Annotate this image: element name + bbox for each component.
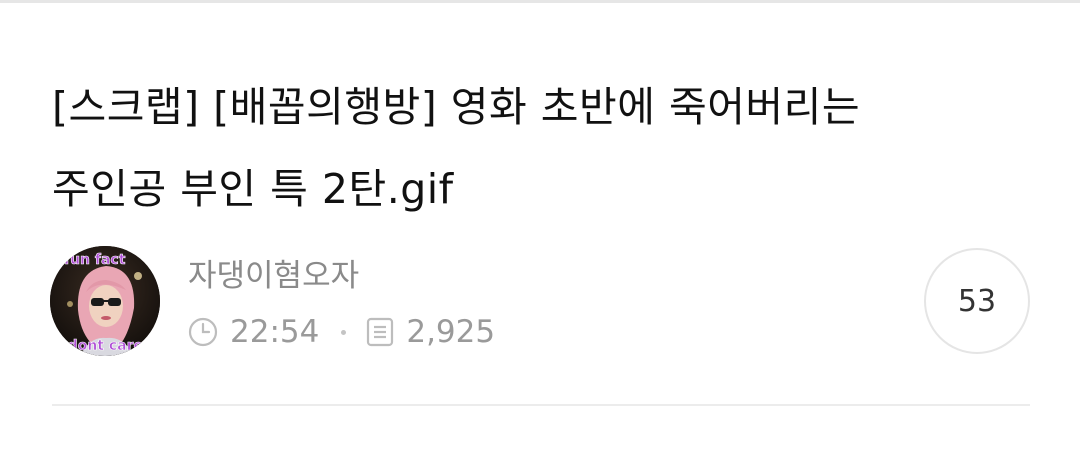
- document-icon: [366, 317, 394, 347]
- post-time: 22:54: [230, 314, 320, 350]
- author-row: fun fact i dont care 자댕이혐오자 22:54 2,925 …: [50, 246, 1030, 358]
- avatar-caption-top: fun fact: [64, 252, 126, 268]
- meta-separator-dot: [341, 329, 347, 335]
- view-count: 2,925: [406, 314, 496, 350]
- bottom-divider: [52, 404, 1030, 406]
- clock-icon: [188, 317, 218, 347]
- comment-count-button[interactable]: 53: [924, 248, 1030, 354]
- author-name[interactable]: 자댕이혐오자: [188, 256, 359, 296]
- post-title: [스크랩] [배꼽의행방] 영화 초반에 죽어버리는 주인공 부인 특 2탄.g…: [52, 66, 1042, 230]
- top-divider: [0, 0, 1080, 3]
- comment-count: 53: [957, 283, 997, 319]
- avatar-caption-bottom: i dont care: [58, 338, 143, 354]
- avatar[interactable]: fun fact i dont care: [50, 246, 160, 356]
- avatar-image: fun fact i dont care: [50, 246, 160, 356]
- post-title-line-1: [스크랩] [배꼽의행방] 영화 초반에 죽어버리는: [52, 83, 861, 131]
- post-meta: 22:54 2,925: [188, 312, 495, 352]
- post-title-line-2: 주인공 부인 특 2탄.gif: [52, 165, 454, 213]
